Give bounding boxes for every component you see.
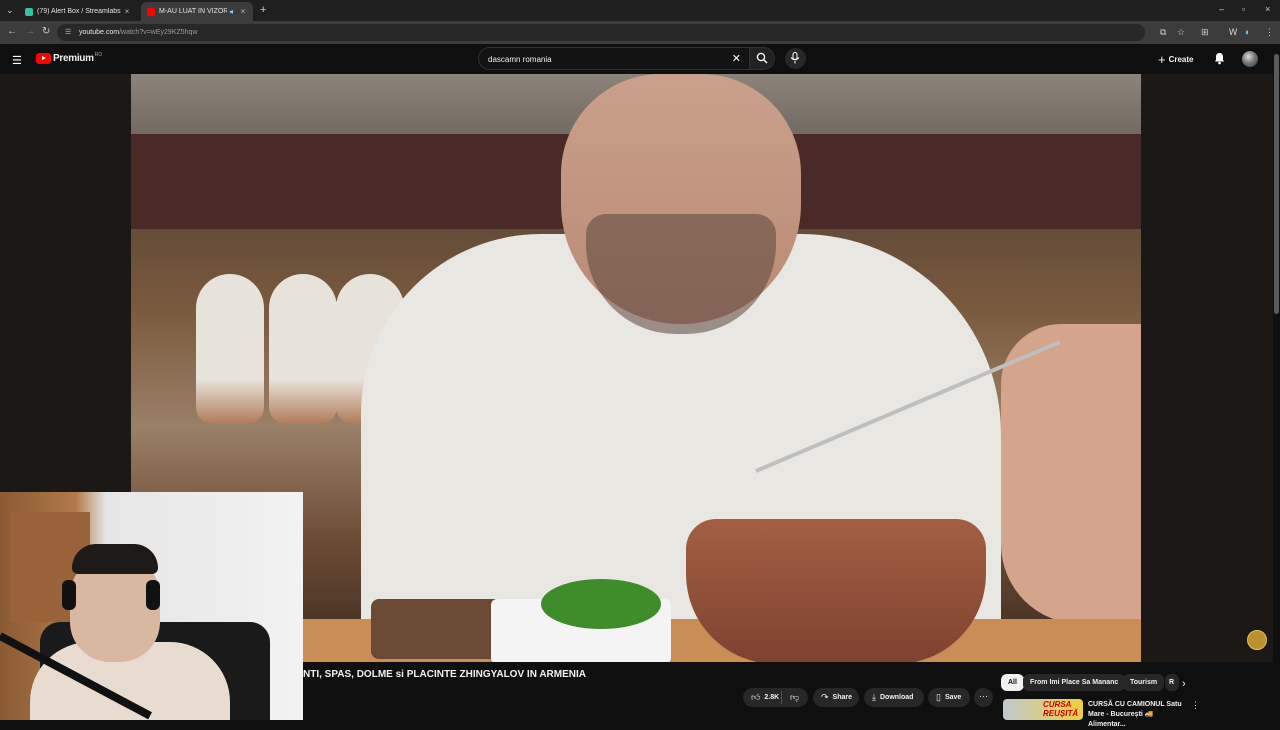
search-icon bbox=[756, 52, 768, 64]
url-host: youtube.com bbox=[79, 29, 120, 36]
extensions-icon[interactable]: ⊞ bbox=[1201, 27, 1209, 38]
microphone-icon bbox=[790, 52, 800, 64]
save-button[interactable]: ▯ Save bbox=[928, 688, 970, 707]
youtube-play-icon bbox=[36, 53, 51, 64]
chip-all[interactable]: All bbox=[1001, 674, 1024, 691]
notifications-bell-icon[interactable] bbox=[1214, 52, 1225, 65]
chip-partial[interactable]: R bbox=[1165, 674, 1179, 691]
search-button[interactable] bbox=[749, 47, 775, 70]
browser-tab-streamlabs[interactable]: (79) Alert Box / Streamlabs × bbox=[19, 2, 137, 21]
extension-icon[interactable]: ◐ bbox=[1245, 27, 1250, 37]
download-label: Download bbox=[879, 694, 914, 701]
menu-icon[interactable]: ☰ bbox=[12, 54, 22, 67]
download-icon: ⤓ bbox=[872, 692, 876, 702]
chevron-right-icon[interactable]: › bbox=[1182, 678, 1186, 690]
youtube-header: ☰ Premium RO ✕ + Create bbox=[0, 44, 1280, 74]
search-box: ✕ bbox=[478, 47, 750, 70]
thumbs-down-icon: 👎︎ bbox=[790, 692, 800, 702]
install-icon[interactable]: ⧉ bbox=[1160, 27, 1166, 38]
video-scene-bread bbox=[371, 599, 511, 659]
site-info-icon[interactable]: ☰ bbox=[65, 28, 71, 36]
back-arrow-icon[interactable]: ← bbox=[7, 26, 17, 37]
dislike-button[interactable]: 👎︎ bbox=[782, 688, 808, 707]
share-label: Share bbox=[832, 694, 853, 701]
account-avatar[interactable] bbox=[1242, 51, 1258, 67]
bookmark-star-icon[interactable]: ☆ bbox=[1177, 27, 1185, 38]
webcam-overlay bbox=[0, 492, 303, 720]
video-scene-jar bbox=[196, 274, 264, 424]
tab-label: (79) Alert Box / Streamlabs bbox=[37, 8, 121, 15]
video-scene-clay-pot bbox=[686, 519, 986, 662]
share-arrow-icon: ↷ bbox=[821, 692, 829, 702]
more-actions-button[interactable]: ··· bbox=[974, 688, 993, 707]
recommendation-menu-icon[interactable]: ⋮ bbox=[1191, 700, 1200, 711]
video-scene-herbs bbox=[541, 579, 661, 629]
thumbs-up-icon: 👍︎ bbox=[751, 692, 761, 702]
tab-close-icon[interactable]: × bbox=[123, 7, 131, 16]
save-label: Save bbox=[944, 694, 962, 701]
player-backdrop-right bbox=[1141, 74, 1280, 662]
new-tab-button[interactable]: + bbox=[260, 4, 266, 16]
youtube-logo[interactable]: Premium RO bbox=[36, 51, 103, 64]
webcam-scene-headset bbox=[146, 580, 160, 610]
streamlabs-favicon bbox=[25, 7, 33, 16]
logo-text: Premium bbox=[53, 53, 94, 64]
bookmark-icon: ▯ bbox=[936, 692, 941, 702]
create-label: Create bbox=[1168, 54, 1194, 64]
minimize-button[interactable]: – bbox=[1219, 4, 1224, 14]
thumbnail-text: CURSA REUȘITĂ bbox=[1043, 700, 1079, 718]
browser-tab-strip: ⌄ (79) Alert Box / Streamlabs × M-AU LUA… bbox=[0, 0, 1280, 21]
video-scene-arm bbox=[1001, 324, 1141, 624]
reload-icon[interactable]: ↻ bbox=[42, 26, 50, 37]
voice-search-button[interactable] bbox=[785, 48, 806, 69]
video-scene-jar bbox=[269, 274, 337, 424]
country-code: RO bbox=[94, 51, 103, 58]
download-button[interactable]: ⤓ Download bbox=[864, 688, 924, 707]
like-button[interactable]: 👍︎ 2.8K bbox=[743, 688, 782, 707]
scrollbar-thumb[interactable] bbox=[1274, 54, 1279, 314]
share-button[interactable]: ↷ Share bbox=[813, 688, 859, 707]
video-title: NTI, SPAS, DOLME si PLACINTE ZHINGYALOV … bbox=[303, 669, 586, 680]
create-button[interactable]: + Create bbox=[1158, 49, 1194, 69]
webcam-scene-hair bbox=[72, 544, 158, 574]
channel-watermark-icon[interactable] bbox=[1247, 630, 1267, 650]
youtube-favicon bbox=[147, 7, 155, 16]
url-path: /watch?v=wEy29KZ5hqw bbox=[119, 29, 198, 36]
tab-close-icon[interactable]: × bbox=[239, 7, 247, 16]
like-count: 2.8K bbox=[764, 694, 780, 701]
recommendation-thumbnail[interactable]: CURSA REUȘITĂ bbox=[1003, 699, 1083, 720]
tab-label: M-AU LUAT IN VIZOR si P bbox=[159, 8, 227, 15]
webcam-scene-headset bbox=[62, 580, 76, 610]
close-window-button[interactable]: × bbox=[1265, 4, 1270, 14]
browser-tab-youtube[interactable]: M-AU LUAT IN VIZOR si P ◂ × bbox=[141, 2, 253, 21]
forward-arrow-icon[interactable]: → bbox=[25, 26, 35, 37]
chip-from-channel[interactable]: From Imi Place Sa Mananc bbox=[1023, 674, 1126, 691]
clear-search-icon[interactable]: ✕ bbox=[732, 52, 741, 65]
speaker-icon[interactable]: ◂ bbox=[227, 7, 235, 16]
browser-toolbar: ← → ↻ ☰ youtube.com/watch?v=wEy29KZ5hqw … bbox=[0, 21, 1280, 44]
chip-tourism[interactable]: Tourism bbox=[1123, 674, 1165, 691]
chrome-menu-icon[interactable]: ⋮ bbox=[1265, 27, 1274, 38]
page-scrollbar[interactable] bbox=[1273, 44, 1280, 720]
plus-icon: + bbox=[1158, 51, 1166, 67]
extension-icon[interactable]: Ꮃ bbox=[1229, 27, 1238, 38]
tab-search-icon[interactable]: ⌄ bbox=[6, 5, 14, 16]
address-bar[interactable]: ☰ youtube.com/watch?v=wEy29KZ5hqw bbox=[57, 24, 1145, 41]
search-input[interactable] bbox=[486, 51, 730, 68]
restore-button[interactable]: ▫ bbox=[1242, 4, 1245, 14]
recommendation-title[interactable]: CURSĂ CU CAMIONUL Satu Mare - București … bbox=[1088, 700, 1188, 730]
